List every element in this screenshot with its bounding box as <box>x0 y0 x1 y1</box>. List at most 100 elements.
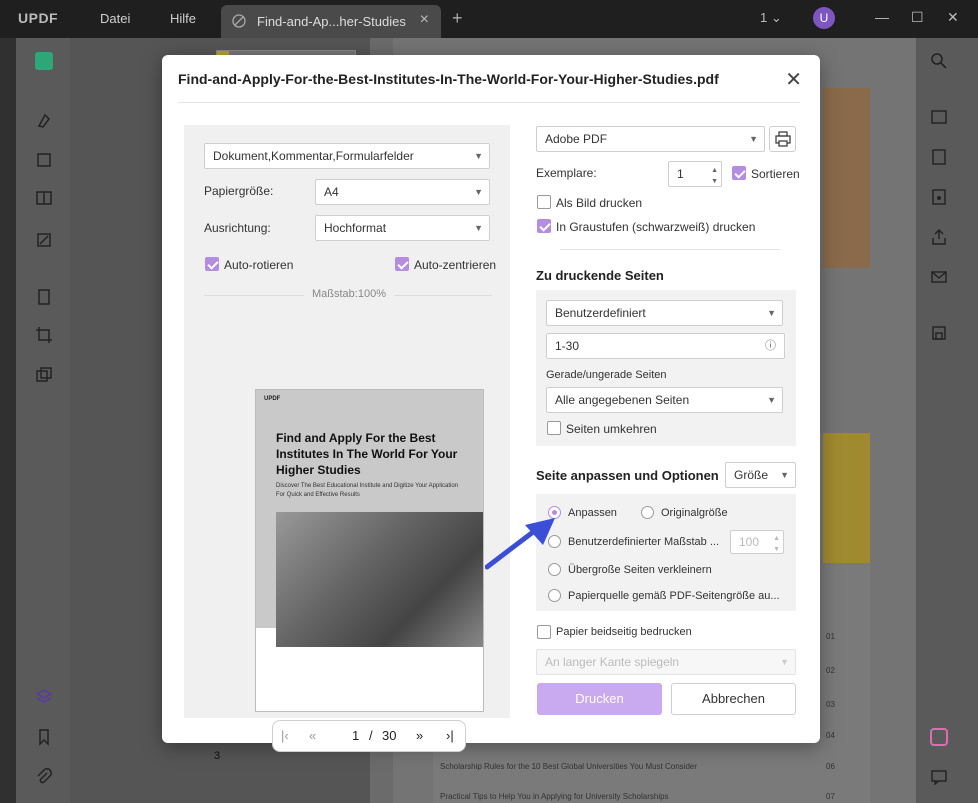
share-icon[interactable] <box>930 228 948 246</box>
preview-panel: Dokument,Kommentar,Formularfelder ▼ Papie… <box>184 125 510 752</box>
new-tab-icon[interactable]: + <box>452 8 463 29</box>
comment-icon[interactable] <box>930 768 948 786</box>
even-odd-select[interactable]: Alle angegebenen Seiten ▼ <box>546 387 783 413</box>
document-tab-icon <box>232 14 246 28</box>
reverse-pages-label: Seiten umkehren <box>566 422 657 436</box>
crop-icon[interactable] <box>35 326 53 344</box>
ocr-icon[interactable] <box>930 108 948 126</box>
prev-page-icon[interactable]: « <box>309 728 316 743</box>
menu-hilfe[interactable]: Hilfe <box>170 11 196 26</box>
duplex-checkbox[interactable] <box>537 625 551 639</box>
page-separator: / <box>369 728 373 743</box>
original-size-label: Originalgröße <box>661 507 728 519</box>
chevron-down-icon: ▼ <box>474 187 483 197</box>
document-tab[interactable]: Find-and-Ap...her-Studies × <box>221 5 441 38</box>
preview-logo: UPDF <box>264 396 281 402</box>
chevron-down-icon: ▼ <box>767 395 776 405</box>
save-icon[interactable] <box>930 324 948 342</box>
grayscale-checkbox[interactable] <box>537 219 551 233</box>
help-icon[interactable]: ⓘ <box>765 334 776 358</box>
grayscale-label: In Graustufen (schwarzweiß) drucken <box>556 220 756 234</box>
edit-icon[interactable] <box>35 151 53 169</box>
title-bar: UPDF Datei Hilfe Find-and-Ap...her-Studi… <box>0 0 978 38</box>
pages-section-title: Zu druckende Seiten <box>536 268 664 283</box>
size-select[interactable]: Größe ▼ <box>725 462 796 488</box>
maximize-icon[interactable]: ☐ <box>911 9 924 26</box>
close-window-icon[interactable]: ✕ <box>947 9 959 26</box>
page-preview: UPDF Find and Apply For the Best Institu… <box>255 389 484 712</box>
form-icon[interactable] <box>35 231 53 249</box>
close-tab-icon[interactable]: × <box>420 11 429 29</box>
stepper-down-icon[interactable]: ▼ <box>773 539 780 561</box>
print-dialog: Find-and-Apply-For-the-Best-Institutes-I… <box>162 55 820 752</box>
avatar[interactable]: U <box>813 7 835 29</box>
content-select[interactable]: Dokument,Kommentar,Formularfelder ▼ <box>204 143 490 169</box>
auto-center-checkbox[interactable] <box>395 257 409 271</box>
chevron-down-icon: ▼ <box>474 151 483 161</box>
bookmark-icon[interactable] <box>35 728 53 746</box>
page-indicator[interactable]: 1 ⌄ <box>760 10 782 26</box>
printer-select[interactable]: Adobe PDF ▼ <box>536 126 765 152</box>
chevron-down-icon: ▼ <box>474 223 483 233</box>
highlight-icon[interactable] <box>35 112 53 130</box>
orientation-select[interactable]: Hochformat ▼ <box>315 215 490 241</box>
app-logo: UPDF <box>18 10 59 26</box>
chevron-down-icon: ⌄ <box>770 10 782 25</box>
document-tab-title: Find-and-Ap...her-Studies <box>257 14 406 29</box>
preview-block <box>276 647 291 668</box>
current-page[interactable]: 1 <box>352 728 359 743</box>
chevron-down-icon: ▼ <box>749 134 758 144</box>
first-page-icon[interactable]: |‹ <box>281 728 289 743</box>
printer-properties-button[interactable] <box>769 126 796 152</box>
search-icon[interactable] <box>930 52 948 70</box>
close-icon[interactable]: ✕ <box>785 67 802 92</box>
layers-icon[interactable] <box>35 366 53 384</box>
menu-datei[interactable]: Datei <box>100 11 130 26</box>
copies-input[interactable]: 1 ▲ ▼ <box>668 161 722 187</box>
toc-entry-2-page: 07 <box>826 792 835 801</box>
right-toolbar <box>916 38 978 803</box>
organize-icon[interactable] <box>35 189 53 207</box>
print-button[interactable]: Drucken <box>537 683 662 715</box>
convert-icon[interactable] <box>930 148 948 166</box>
minimize-icon[interactable]: — <box>875 9 889 25</box>
stepper-down-icon[interactable]: ▼ <box>711 170 718 194</box>
stack-icon[interactable] <box>35 688 53 706</box>
annotation-arrow-icon <box>485 518 555 570</box>
page-range-input[interactable]: 1-30 ⓘ <box>546 333 785 359</box>
fit-label: Anpassen <box>568 507 617 519</box>
toc-entry-1-page: 06 <box>826 762 835 771</box>
reverse-pages-checkbox[interactable] <box>547 421 561 435</box>
mail-icon[interactable] <box>930 268 948 286</box>
toc-number-2: 02 <box>826 666 835 675</box>
fit-section-title: Seite anpassen und Optionen <box>536 468 719 483</box>
dialog-title: Find-and-Apply-For-the-Best-Institutes-I… <box>178 71 719 87</box>
paper-size-select[interactable]: A4 ▼ <box>315 179 490 205</box>
pages-icon[interactable] <box>35 288 53 306</box>
collate-checkbox[interactable] <box>732 166 746 180</box>
reader-icon[interactable] <box>35 52 53 70</box>
next-page-icon[interactable]: » <box>416 728 423 743</box>
auto-center-label: Auto-zentrieren <box>414 258 497 272</box>
chevron-down-icon: ▼ <box>780 470 789 480</box>
toc-number-4: 04 <box>826 731 835 740</box>
attachment-icon[interactable] <box>35 768 53 786</box>
duplex-mode-select[interactable]: An langer Kante spiegeln ▼ <box>536 649 796 675</box>
custom-scale-input[interactable]: 100 ▲ ▼ <box>730 530 784 554</box>
cancel-button[interactable]: Abbrechen <box>671 683 796 715</box>
thumbnail-page-number: 3 <box>214 750 221 762</box>
duplex-label: Papier beidseitig bedrucken <box>556 626 692 638</box>
shrink-label: Übergroße Seiten verkleinern <box>568 564 712 576</box>
ai-assistant-icon[interactable] <box>930 728 948 746</box>
original-size-radio[interactable] <box>641 506 654 519</box>
toc-entry-2: Practical Tips to Help You in Applying f… <box>440 792 669 801</box>
protect-icon[interactable] <box>930 188 948 206</box>
paper-source-radio[interactable] <box>548 589 561 602</box>
preview-block <box>256 628 276 668</box>
pages-mode-select[interactable]: Benutzerdefiniert ▼ <box>546 300 783 326</box>
last-page-icon[interactable]: ›| <box>446 728 454 743</box>
divider <box>560 249 780 250</box>
auto-rotate-checkbox[interactable] <box>205 257 219 271</box>
print-as-image-checkbox[interactable] <box>537 195 551 209</box>
chevron-down-icon: ▼ <box>780 657 789 667</box>
